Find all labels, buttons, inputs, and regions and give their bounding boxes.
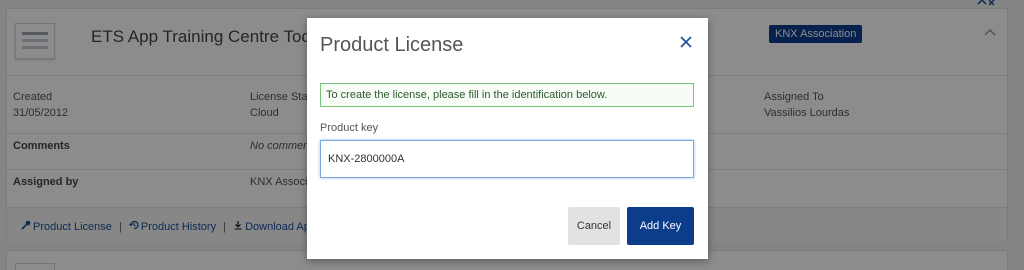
dialog-title: Product License	[320, 34, 464, 56]
info-message: To create the license, please fill in th…	[320, 83, 694, 107]
cancel-button[interactable]: Cancel	[568, 207, 620, 245]
product-license-dialog: Product License To create the license, p…	[307, 18, 708, 259]
add-key-button[interactable]: Add Key	[627, 207, 694, 245]
product-key-label: Product key	[320, 122, 379, 134]
close-icon[interactable]	[677, 33, 695, 51]
product-key-input[interactable]	[320, 140, 694, 178]
